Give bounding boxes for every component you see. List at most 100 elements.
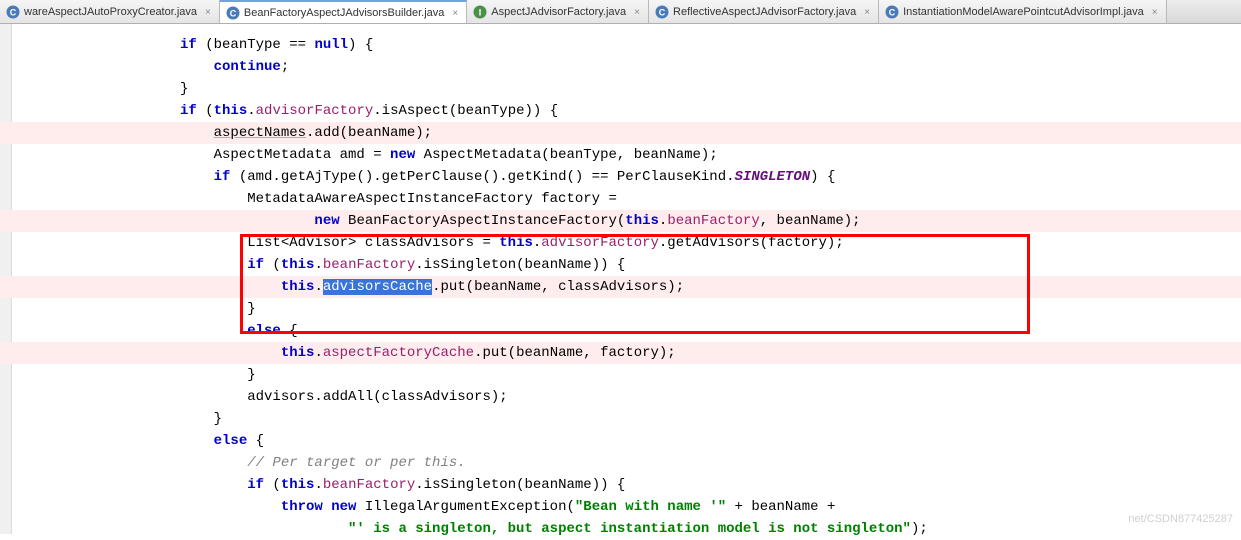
text <box>180 257 247 273</box>
code-line: // Per target or per this. <box>180 452 1241 474</box>
text <box>180 433 214 449</box>
java-class-icon: C <box>885 5 899 19</box>
svg-text:C: C <box>230 9 237 19</box>
svg-text:C: C <box>889 8 896 18</box>
text <box>180 345 281 361</box>
editor-tab-2[interactable]: I AspectJAdvisorFactory.java × <box>467 0 649 24</box>
variable: aspectNames <box>214 125 306 141</box>
text: .add(beanName); <box>306 125 432 141</box>
editor-tab-4[interactable]: CInstantiationModelAwarePointcutAdvisorI… <box>879 0 1167 24</box>
code-line: AspectMetadata amd = new AspectMetadata(… <box>180 144 1241 166</box>
close-icon[interactable]: × <box>205 7 211 18</box>
code-line: if (this.beanFactory.isSingleton(beanNam… <box>180 474 1241 496</box>
text: IllegalArgumentException( <box>356 499 574 515</box>
text: (amd.getAjType().getPerClause().getKind(… <box>230 169 734 185</box>
text <box>180 323 247 339</box>
text <box>180 477 247 493</box>
tab-label: BeanFactoryAspectJAdvisorsBuilder.java <box>244 7 445 19</box>
field: beanFactory <box>667 213 759 229</box>
keyword: null <box>314 37 348 53</box>
tab-label: AspectJAdvisorFactory.java <box>491 6 626 18</box>
keyword: this <box>214 103 248 119</box>
text: .isAspect(beanType)) { <box>373 103 558 119</box>
text <box>180 125 214 141</box>
code-line: this.aspectFactoryCache.put(beanName, fa… <box>0 342 1241 364</box>
comment: // Per target or per this. <box>247 455 465 471</box>
keyword: else <box>214 433 248 449</box>
selected-text: advisorsCache <box>323 279 432 295</box>
close-icon[interactable]: × <box>452 8 458 19</box>
field: beanFactory <box>323 257 415 273</box>
java-interface-icon: I <box>473 5 487 19</box>
text: { <box>247 433 264 449</box>
code-line: continue; <box>180 56 1241 78</box>
code-line: else { <box>180 430 1241 452</box>
close-icon[interactable]: × <box>864 7 870 18</box>
code-editor[interactable]: ifif (beanType == (beanType == null) { c… <box>0 24 1241 540</box>
code-line: ifif (beanType == (beanType == null) { <box>180 34 1241 56</box>
close-icon[interactable]: × <box>1152 7 1158 18</box>
keyword: if <box>247 257 264 273</box>
keyword: new <box>314 213 339 229</box>
keyword: if <box>180 37 197 53</box>
text: .getAdvisors(factory); <box>659 235 844 251</box>
text <box>180 279 281 295</box>
keyword: this <box>499 235 533 251</box>
text: AspectMetadata(beanType, beanName); <box>415 147 717 163</box>
text: ( <box>264 477 281 493</box>
field: advisorFactory <box>256 103 374 119</box>
text: . <box>314 257 322 273</box>
text: + beanName + <box>726 499 835 515</box>
keyword: continue <box>214 59 281 75</box>
svg-text:C: C <box>659 8 666 18</box>
text: .put(beanName, classAdvisors); <box>432 279 684 295</box>
text: ( <box>264 257 281 273</box>
editor-tab-1[interactable]: C BeanFactoryAspectJAdvisorsBuilder.java × <box>220 0 467 24</box>
keyword: this <box>281 345 315 361</box>
text: List<Advisor> classAdvisors = <box>180 235 499 251</box>
code-line: } <box>180 408 1241 430</box>
code-line: else { <box>180 320 1241 342</box>
svg-text:I: I <box>479 8 482 18</box>
code-line: if (amd.getAjType().getPerClause().getKi… <box>180 166 1241 188</box>
tab-label: wareAspectJAutoProxyCreator.java <box>24 6 197 18</box>
text <box>180 499 281 515</box>
text: BeanFactoryAspectInstanceFactory( <box>340 213 626 229</box>
string: "Bean with name '" <box>575 499 726 515</box>
keyword: this <box>281 477 315 493</box>
text: . <box>314 477 322 493</box>
java-class-icon: C <box>6 5 20 19</box>
text: . <box>247 103 255 119</box>
keyword: this <box>281 279 315 295</box>
keyword: new <box>390 147 415 163</box>
keyword: this <box>281 257 315 273</box>
code-line: new BeanFactoryAspectInstanceFactory(thi… <box>0 210 1241 232</box>
close-icon[interactable]: × <box>634 7 640 18</box>
text: .put(beanName, factory); <box>474 345 676 361</box>
code-line: "' is a singleton, but aspect instantiat… <box>180 518 1241 540</box>
tab-label: ReflectiveAspectJAdvisorFactory.java <box>673 6 856 18</box>
text: .isSingleton(beanName)) { <box>415 477 625 493</box>
editor-tab-3[interactable]: C ReflectiveAspectJAdvisorFactory.java × <box>649 0 879 24</box>
text: ) { <box>348 37 373 53</box>
code-line: advisors.addAll(classAdvisors); <box>180 386 1241 408</box>
keyword: if <box>214 169 231 185</box>
field: aspectFactoryCache <box>323 345 474 361</box>
code-line: List<Advisor> classAdvisors = this.advis… <box>180 232 1241 254</box>
editor-tab-0[interactable]: CwareAspectJAutoProxyCreator.java × <box>0 0 220 24</box>
field: advisorFactory <box>541 235 659 251</box>
svg-text:C: C <box>10 8 17 18</box>
text: AspectMetadata amd = <box>180 147 390 163</box>
code-line: if (this.advisorFactory.isAspect(beanTyp… <box>180 100 1241 122</box>
code-line: aspectNames.add(beanName); <box>0 122 1241 144</box>
code-line: } <box>180 298 1241 320</box>
code-line: } <box>180 78 1241 100</box>
keyword: else <box>247 323 281 339</box>
code-line: throw new IllegalArgumentException("Bean… <box>180 496 1241 518</box>
text: .isSingleton(beanName)) { <box>415 257 625 273</box>
keyword: if <box>247 477 264 493</box>
keyword: if <box>180 103 197 119</box>
text: . <box>314 279 322 295</box>
text: , beanName); <box>760 213 861 229</box>
keyword: throw new <box>281 499 357 515</box>
